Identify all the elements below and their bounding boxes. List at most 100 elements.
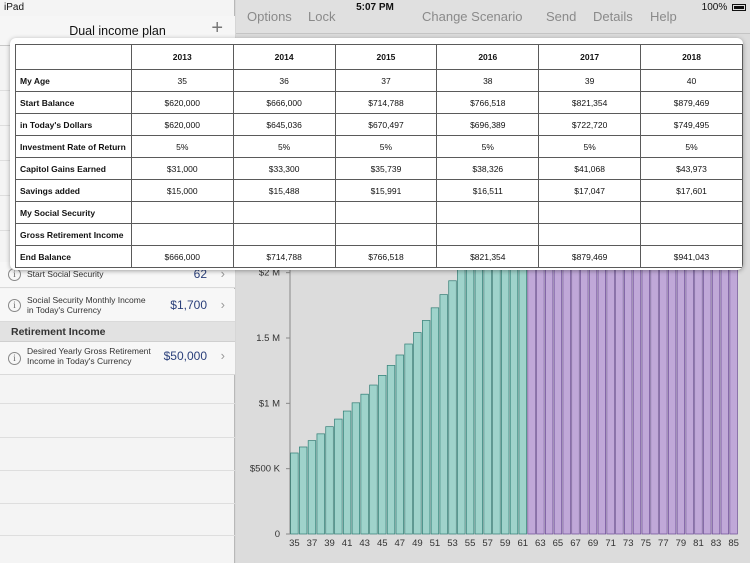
table-cell — [130, 223, 234, 246]
desired-retirement-income-value: $50,000 — [163, 349, 207, 363]
x-tick-label: 43 — [359, 538, 370, 549]
details-table: 2013 2014 2015 2016 2017 2018 My Age 35 36 37 38 39… — [15, 44, 743, 268]
table-cell: $714,788 — [232, 245, 336, 268]
table-cell: $879,469 — [640, 91, 743, 114]
add-button[interactable]: + — [211, 18, 223, 38]
table-cell: $15,488 — [232, 179, 336, 202]
row-label: Savings added — [15, 179, 132, 202]
table-corner — [15, 44, 132, 70]
x-tick-label: 73 — [623, 538, 634, 549]
chart-bar-age-42 — [351, 402, 361, 535]
table-cell: 38 — [436, 69, 540, 92]
x-tick-label: 53 — [447, 538, 458, 549]
year-header: 2017 — [538, 44, 642, 70]
table-cell: $620,000 — [130, 113, 234, 136]
y-tick-label: 0 — [275, 529, 280, 540]
table-cell: $43,973 — [640, 157, 743, 180]
desired-retirement-income-label: Desired Yearly Gross Retirement Income i… — [27, 346, 151, 366]
row-divider — [0, 437, 235, 438]
table-cell — [232, 223, 336, 246]
x-tick-label: 71 — [605, 538, 616, 549]
row-label: in Today's Dollars — [15, 113, 132, 136]
table-cell: 36 — [232, 69, 336, 92]
row-label: My Social Security — [15, 201, 132, 224]
x-tick-label: 57 — [482, 538, 493, 549]
table-cell: $16,511 — [436, 179, 540, 202]
table-row: End Balance $666,000 $714,788 $766,518 $821,… — [15, 245, 743, 268]
year-header: 2014 — [232, 44, 336, 70]
x-tick-label: 61 — [517, 538, 528, 549]
table-cell: 40 — [640, 69, 743, 92]
x-tick-label: 77 — [658, 538, 669, 549]
chevron-right-icon: › — [220, 348, 225, 363]
row-divider — [0, 470, 235, 471]
info-icon[interactable]: i — [8, 299, 21, 312]
year-header: 2018 — [640, 44, 743, 70]
x-tick-label: 85 — [728, 538, 739, 549]
chart-bar-age-46 — [386, 365, 396, 535]
chart-bar-age-48 — [404, 343, 413, 535]
table-cell: $666,000 — [130, 245, 234, 268]
table-cell: 5% — [640, 135, 743, 158]
table-cell: $645,036 — [232, 113, 336, 136]
table-row: My Social Security — [15, 201, 743, 224]
x-tick-label: 75 — [640, 538, 651, 549]
table-cell: $17,601 — [640, 179, 743, 202]
row-divider — [0, 535, 235, 536]
chart-bar-age-41 — [342, 410, 352, 535]
table-cell: $941,043 — [640, 245, 743, 268]
clock: 5:07 PM — [356, 2, 394, 13]
y-tick-label: $1 M — [259, 398, 280, 409]
chart-bar-age-38 — [316, 433, 325, 535]
table-cell: $722,720 — [538, 113, 642, 136]
table-row: Start Balance $620,000 $666,000 $714,788 $76… — [15, 91, 743, 114]
table-cell: $33,300 — [232, 157, 336, 180]
table-row: Savings added $15,000 $15,488 $15,991 $16,51… — [15, 179, 743, 202]
table-cell — [130, 201, 234, 224]
section-retirement-income: Retirement Income — [0, 322, 235, 342]
y-tick-label: 1.5 M — [256, 333, 280, 344]
chart-bar-age-54 — [457, 265, 466, 535]
row-label: Gross Retirement Income — [15, 223, 132, 246]
battery-icon — [732, 3, 746, 11]
chart-bar-age-56 — [474, 234, 484, 535]
chart-bar-age-45 — [378, 375, 387, 535]
table-cell: 5% — [334, 135, 438, 158]
table-row: Capitol Gains Earned $31,000 $33,300 $35,73… — [15, 157, 743, 180]
chart-bar-age-36 — [299, 446, 308, 535]
desired-retirement-income-row[interactable]: i Desired Yearly Gross Retirement Income… — [0, 342, 235, 375]
table-cell — [538, 201, 642, 224]
table-cell: $41,068 — [538, 157, 642, 180]
row-label: Investment Rate of Return — [15, 135, 132, 158]
chart-bar-age-39 — [325, 426, 334, 535]
x-tick-label: 81 — [693, 538, 704, 549]
chart-bar-age-37 — [307, 440, 317, 535]
table-cell — [334, 223, 438, 246]
social-security-income-row[interactable]: i Social Security Monthly Income in Toda… — [0, 289, 235, 322]
table-cell: $31,000 — [130, 157, 234, 180]
plan-title: Dual income plan — [69, 24, 166, 38]
info-icon[interactable]: i — [8, 352, 21, 365]
row-label: My Age — [15, 69, 132, 92]
table-cell — [334, 201, 438, 224]
table-cell: 37 — [334, 69, 438, 92]
social-security-income-label: Social Security Monthly Income in Today'… — [27, 295, 146, 315]
x-tick-label: 63 — [535, 538, 546, 549]
table-cell — [436, 201, 540, 224]
x-tick-label: 67 — [570, 538, 581, 549]
x-tick-label: 41 — [342, 538, 353, 549]
battery-indicator: 100% — [702, 2, 746, 13]
x-tick-label: 79 — [676, 538, 687, 549]
x-tick-label: 39 — [324, 538, 335, 549]
table-cell: $821,354 — [538, 91, 642, 114]
chart-bar-age-53 — [448, 280, 457, 535]
row-divider — [0, 403, 235, 404]
y-tick-label: $500 K — [250, 464, 281, 475]
table-cell: $879,469 — [538, 245, 642, 268]
chart-bar-age-55 — [465, 250, 475, 535]
x-tick-label: 65 — [553, 538, 564, 549]
chart-bar-age-49 — [413, 332, 422, 535]
table-cell: $38,326 — [436, 157, 540, 180]
x-tick-label: 45 — [377, 538, 388, 549]
table-cell: 5% — [538, 135, 642, 158]
